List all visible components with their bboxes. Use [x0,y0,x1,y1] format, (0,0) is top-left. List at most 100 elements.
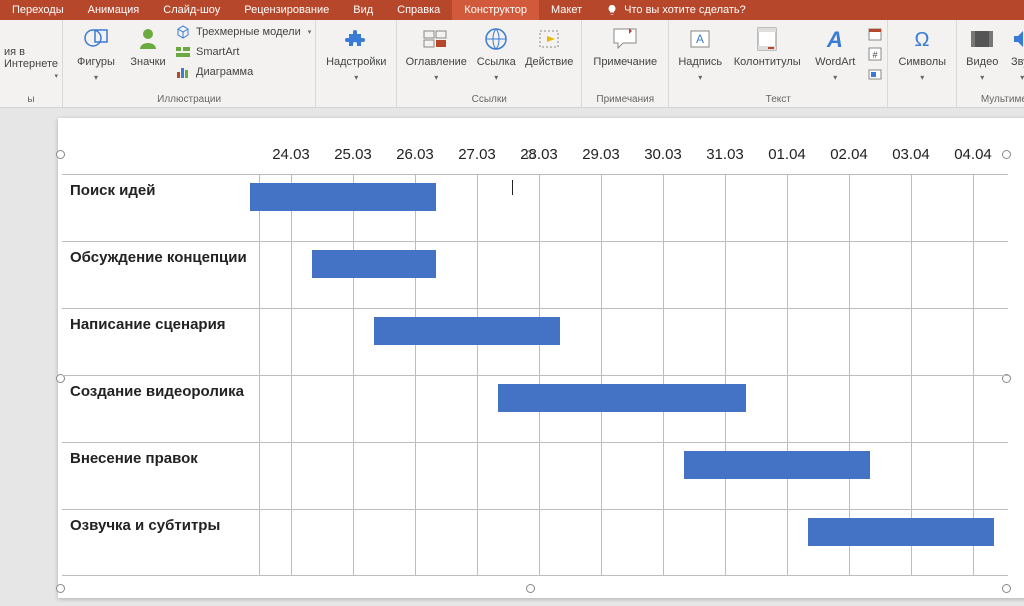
ribbon-group-text: A Надпись ▾ Колонтитулы A WordArt ▾ [669,20,888,107]
comment-button[interactable]: Примечание [586,22,664,69]
ribbon-group-illustrations: Фигуры ▾ Значки Трехмерные модели ▾ Smar… [63,20,316,107]
chevron-down-icon: ▾ [833,71,837,84]
gantt-gridline [787,175,788,241]
models-button[interactable]: Трехмерные модели ▾ [175,24,311,40]
textbox-label: Надпись [678,56,722,69]
chart-button[interactable]: Диаграмма [175,64,311,80]
gantt-date: 26.03 [384,146,446,174]
selection-handle[interactable] [56,584,65,593]
slide[interactable]: 24.0325.0326.0327.0328.0329.0330.0331.03… [58,118,1024,598]
video-button[interactable]: Видео ▾ [961,22,1003,84]
gantt-bar[interactable] [250,183,436,211]
shapes-button[interactable]: Фигуры ▾ [67,22,125,84]
ribbon-group-symbols: Ω Символы ▾ [888,20,957,107]
gantt-gridline [291,443,292,509]
tab-help[interactable]: Справка [385,0,452,20]
gantt-bar[interactable] [312,250,436,278]
wordart-icon: A [820,24,850,54]
tell-me-label: Что вы хотите сделать? [624,4,746,16]
gantt-row: Поиск идей [62,174,1008,241]
group-label-links: Ссылки [401,93,577,107]
tab-animations[interactable]: Анимация [76,0,152,20]
gantt-gridline [973,242,974,308]
gantt-date: 28.03 [508,146,570,174]
gantt-gridline [725,242,726,308]
icons-label: Значки [130,56,165,69]
gantt-date: 29.03 [570,146,632,174]
group-label-media: Мультимедиа [961,93,1024,107]
omega-icon: Ω [907,24,937,54]
gantt-gridline [849,309,850,375]
headerfooter-label: Колонтитулы [734,56,801,69]
gantt-gridline [539,242,540,308]
chevron-down-icon: ▾ [980,71,984,84]
tab-review[interactable]: Рецензирование [232,0,341,20]
object-button[interactable] [867,66,883,82]
tell-me-search[interactable]: Что вы хотите сделать? [594,4,758,16]
tab-view[interactable]: Вид [341,0,385,20]
gantt-gridline [787,242,788,308]
gantt-grid [260,309,1008,375]
addins-button[interactable]: Надстройки ▾ [320,22,392,84]
gantt-gridline [973,443,974,509]
calendar-icon [867,26,883,42]
cube-icon [175,24,191,40]
chevron-down-icon: ▾ [94,71,98,84]
gantt-grid [260,242,1008,308]
textbox-icon: A [685,24,715,54]
tab-design[interactable]: Конструктор [452,0,539,20]
date-button[interactable] [867,26,883,42]
symbol-button[interactable]: Ω Символы ▾ [892,22,952,84]
gantt-gridline [849,175,850,241]
truncated-label[interactable]: ия в Интернете [4,46,58,70]
tab-transitions[interactable]: Переходы [0,0,76,20]
gantt-gridline [849,376,850,442]
speaker-icon [1007,24,1024,54]
gantt-gridline [415,443,416,509]
gantt-grid [260,510,1008,575]
gantt-grid [260,443,1008,509]
gantt-gridline [539,443,540,509]
tab-slideshow[interactable]: Слайд-шоу [151,0,232,20]
chevron-down-icon: ▾ [920,71,924,84]
svg-text:Ω: Ω [915,29,930,51]
smartart-button[interactable]: SmartArt [175,44,311,60]
thumbnails-icon [421,24,451,54]
gantt-bar[interactable] [374,317,560,345]
object-icon [867,66,883,82]
slidenum-button[interactable]: # [867,46,883,62]
wordart-button[interactable]: A WordArt ▾ [807,22,863,84]
gantt-date: 25.03 [322,146,384,174]
gantt-gridline [787,510,788,575]
textbox-button[interactable]: A Надпись ▾ [673,22,727,84]
group-label-trunc: ы [4,93,58,107]
gantt-row: Написание сценария [62,308,1008,375]
gantt-bar[interactable] [684,451,870,479]
gantt-gridline [973,309,974,375]
audio-button[interactable]: Звук ▾ [1003,22,1024,84]
selection-handle[interactable] [1002,584,1011,593]
zoom-button[interactable]: Оглавление ▾ [401,22,471,84]
wordart-label: WordArt [815,56,855,69]
chevron-down-icon: ▾ [1020,71,1024,84]
person-icon [133,24,163,54]
ribbon-group-media: Видео ▾ Звук ▾ За эк Мультимедиа [957,20,1024,107]
gantt-gridline [787,376,788,442]
link-button[interactable]: Ссылка ▾ [471,22,521,84]
barchart-icon [175,64,191,80]
gantt-bar[interactable] [498,384,746,412]
tab-layout[interactable]: Макет [539,0,594,20]
gantt-grid [260,175,1008,241]
action-button[interactable]: Действие [521,22,577,69]
gantt-chart[interactable]: 24.0325.0326.0327.0328.0329.0330.0331.03… [62,146,1008,576]
gantt-date: 31.03 [694,146,756,174]
gantt-gridline [415,510,416,575]
addins-label: Надстройки [326,56,386,69]
headerfooter-button[interactable]: Колонтитулы [727,22,807,69]
selection-handle[interactable] [526,584,535,593]
gantt-gridline [601,242,602,308]
ribbon-group-addins: Надстройки ▾ [316,20,397,107]
icons-button[interactable]: Значки [125,22,171,69]
gantt-date: 03.04 [880,146,942,174]
gantt-bar[interactable] [808,518,994,546]
